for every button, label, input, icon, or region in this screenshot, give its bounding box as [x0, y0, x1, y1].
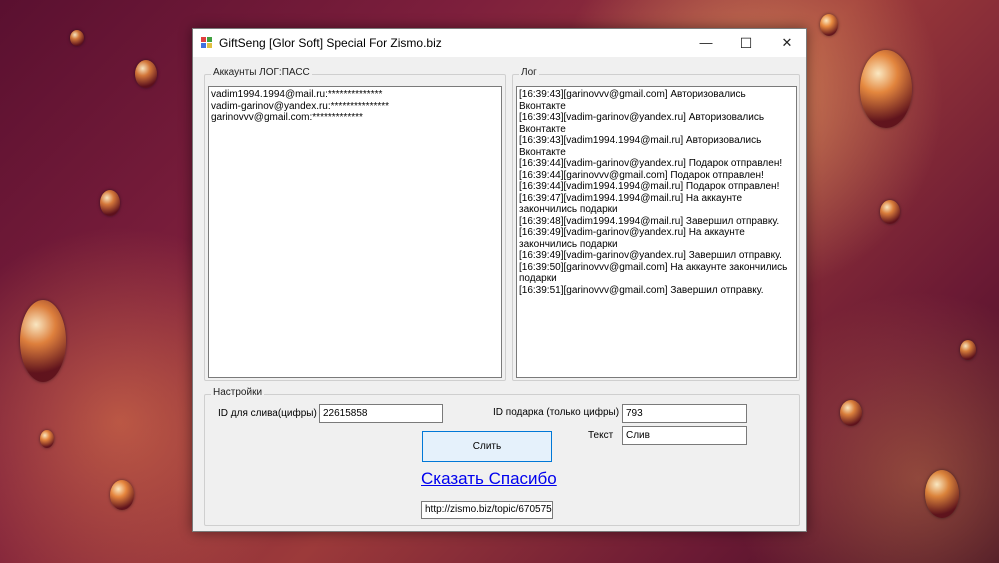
water-drop — [925, 470, 959, 518]
text-label: Текст — [588, 430, 614, 441]
drain-button[interactable]: Слить — [422, 431, 552, 462]
app-icon — [201, 37, 213, 49]
settings-group-title: Настройки — [211, 387, 265, 398]
app-window: GiftSeng [Glor Soft] Special For Zismo.b… — [192, 28, 807, 532]
minimize-button[interactable]: — — [686, 29, 726, 57]
water-drop — [100, 190, 120, 216]
water-drop — [960, 340, 976, 360]
window-title: GiftSeng [Glor Soft] Special For Zismo.b… — [219, 36, 442, 50]
log-line: [16:39:47][vadim1994.1994@mail.ru] На ак… — [519, 192, 743, 216]
say-thanks-link[interactable]: Сказать Спасибо — [421, 469, 557, 489]
accounts-textarea[interactable]: vadim1994.1994@mail.ru:************** va… — [208, 86, 502, 378]
log-group: Лог [16:39:43][garinovvv@gmail.com] Авто… — [512, 67, 800, 381]
account-line: vadim1994.1994@mail.ru:************** — [211, 89, 383, 100]
log-line: [16:39:49][vadim-garinov@yandex.ru] Заве… — [519, 250, 782, 261]
log-line: [16:39:44][vadim-garinov@yandex.ru] Пода… — [519, 158, 783, 169]
log-group-title: Лог — [519, 67, 539, 78]
drain-id-input[interactable]: 22615858 — [319, 404, 443, 423]
water-drop — [110, 480, 134, 510]
log-line: [16:39:43][garinovvv@gmail.com] Авторизо… — [519, 89, 746, 112]
water-drop — [840, 400, 862, 426]
log-line: [16:39:48][vadim1994.1994@mail.ru] Завер… — [519, 215, 780, 227]
log-line: [16:39:50][garinovvv@gmail.com] На аккау… — [519, 261, 788, 285]
water-drop — [135, 60, 157, 88]
log-line: [16:39:44][vadim1994.1994@mail.ru] Подар… — [519, 181, 780, 192]
log-textarea[interactable]: [16:39:43][garinovvv@gmail.com] Авторизо… — [516, 86, 797, 378]
accounts-group: Аккаунты ЛОГ:ПАСС vadim1994.1994@mail.ru… — [204, 67, 506, 381]
water-drop — [880, 200, 900, 224]
log-line: [16:39:49][vadim-garinov@yandex.ru] На а… — [519, 227, 745, 250]
gift-id-input[interactable]: 793 — [622, 404, 747, 423]
water-drop — [820, 14, 838, 36]
log-line: [16:39:44][garinovvv@gmail.com] Подарок … — [519, 169, 764, 181]
water-drop — [70, 30, 84, 46]
water-drop — [20, 300, 66, 382]
title-bar[interactable]: GiftSeng [Glor Soft] Special For Zismo.b… — [193, 29, 806, 57]
log-line: [16:39:43][vadim1994.1994@mail.ru] Автор… — [519, 135, 762, 158]
account-line: garinovvv@gmail.com:************* — [211, 112, 363, 123]
text-input[interactable]: Слив — [622, 426, 747, 445]
maximize-button[interactable]: ☐ — [726, 29, 766, 57]
log-line: [16:39:43][vadim-garinov@yandex.ru] Авто… — [519, 112, 765, 135]
topic-url-field[interactable]: http://zismo.biz/topic/670575 — [421, 501, 553, 519]
water-drop — [860, 50, 912, 128]
account-line: vadim-garinov@yandex.ru:*************** — [211, 100, 390, 112]
drain-id-label: ID для слива(цифры) — [218, 408, 317, 419]
water-drop — [40, 430, 54, 448]
accounts-group-title: Аккаунты ЛОГ:ПАСС — [211, 67, 312, 78]
close-button[interactable]: ✕ — [767, 29, 807, 57]
log-line: [16:39:51][garinovvv@gmail.com] Завершил… — [519, 284, 764, 296]
gift-id-label: ID подарка (только цифры) — [493, 407, 620, 418]
